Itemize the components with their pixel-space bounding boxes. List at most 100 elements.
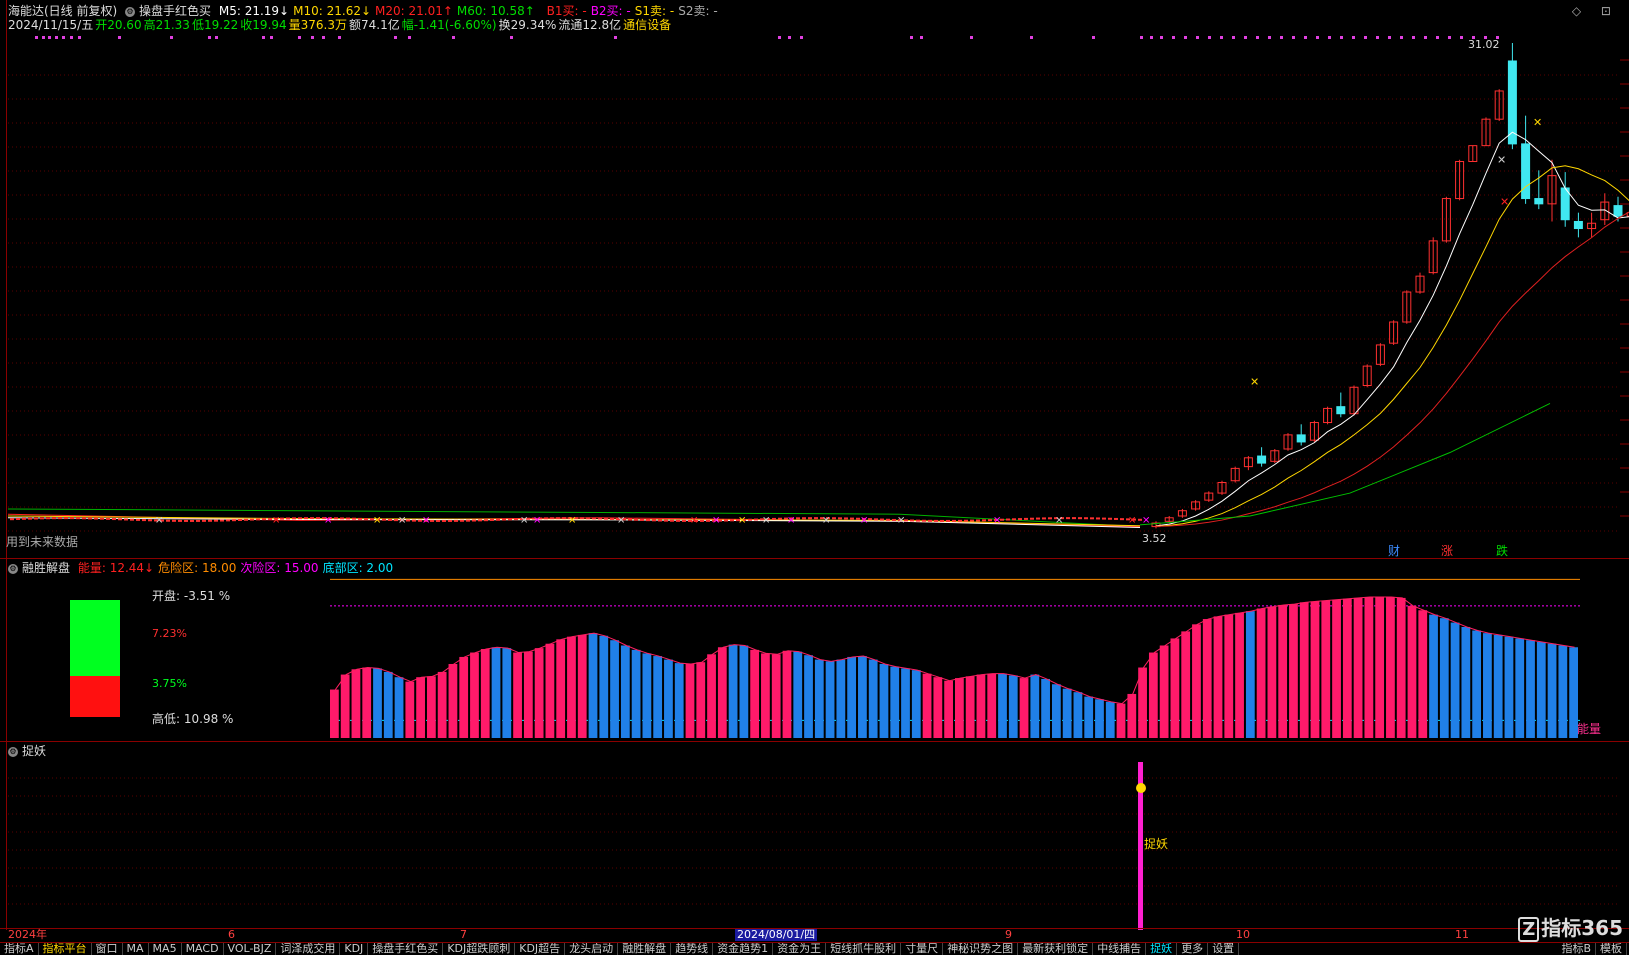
signal-dot	[70, 36, 73, 39]
signal-dot	[1232, 36, 1235, 39]
signal-dot	[1172, 36, 1175, 39]
signal-dot	[1150, 36, 1153, 39]
tab-6[interactable]: VOL-BJZ	[224, 943, 277, 955]
tab-19[interactable]: 神秘识势之图	[943, 943, 1019, 955]
early-candle	[580, 517, 584, 520]
signal-dot	[1412, 36, 1415, 39]
tab-2[interactable]: 窗口	[92, 943, 123, 955]
signal-dot	[452, 36, 455, 39]
energy-bar	[577, 634, 587, 738]
energy-bar	[890, 666, 900, 738]
energy-bar	[804, 655, 813, 738]
tab-22[interactable]: 捉妖	[1146, 943, 1178, 955]
early-candle	[1078, 517, 1082, 520]
early-candle	[1036, 517, 1040, 520]
energy-bar	[1116, 703, 1126, 738]
tab-5[interactable]: MACD	[182, 943, 224, 955]
event-badge-1[interactable]: 涨	[1441, 542, 1453, 559]
tab-18[interactable]: 寸量尺	[901, 943, 944, 955]
tab-24[interactable]: 设置	[1208, 943, 1240, 955]
early-candle	[304, 517, 308, 520]
early-candle	[550, 517, 554, 520]
early-candle	[1048, 517, 1052, 520]
energy-bar	[502, 648, 512, 738]
early-candle	[964, 519, 968, 522]
tab-3[interactable]: MA	[123, 943, 149, 955]
early-candle	[874, 518, 878, 521]
zhuoyao-signal-label: 捉妖	[1144, 837, 1169, 851]
tab-17[interactable]: 短线抓牛股利	[826, 943, 902, 955]
tab-7[interactable]: 词泽成交用	[276, 943, 341, 955]
tab-13[interactable]: 融胜解盘	[618, 943, 672, 955]
energy-bar	[1407, 605, 1417, 738]
early-candle	[484, 519, 488, 522]
candlestick-chart[interactable]: ✕ ✕ ✕ ✕ ✕ ✕ ✕ ✕ ✕ ✕ ✕ ✕ ✕ ✕ ✕ ✕ ✕ ✕ ✕ ✕ ✕ ✕✕✕✕✕	[0, 0, 1629, 560]
early-candle	[838, 517, 842, 520]
tab-20[interactable]: 最新获利锁定	[1018, 943, 1094, 955]
right-tab-1[interactable]: 模板	[1596, 943, 1627, 955]
energy-bar	[653, 656, 663, 738]
event-badge-0[interactable]: 财	[1388, 542, 1400, 559]
early-candle	[730, 519, 734, 522]
energy-bar	[793, 651, 803, 738]
right-tab-0[interactable]: 指标B	[1557, 943, 1596, 955]
tab-8[interactable]: KDJ	[340, 943, 369, 955]
early-candle	[106, 517, 110, 520]
energy-bar	[351, 669, 361, 738]
early-candle	[412, 519, 416, 522]
early-candle	[70, 517, 74, 520]
signal-marker: ✕	[1055, 516, 1063, 527]
early-candle	[82, 517, 86, 520]
early-candle	[1042, 517, 1046, 520]
energy-bar	[717, 647, 727, 738]
early-candle	[910, 519, 914, 522]
tab-0[interactable]: 指标A	[0, 943, 39, 955]
energy-bar	[330, 689, 339, 738]
early-candle	[52, 517, 56, 520]
early-candle	[382, 518, 386, 521]
early-candle	[316, 517, 320, 520]
energy-bar	[1515, 638, 1525, 738]
early-candle	[334, 517, 338, 520]
early-candle	[1090, 517, 1094, 520]
energy-bar	[340, 674, 350, 738]
early-candle	[556, 517, 560, 520]
energy-bar-chart[interactable]	[0, 560, 1629, 760]
early-candle	[94, 517, 98, 520]
energy-bar	[1051, 684, 1061, 738]
early-candle	[100, 517, 104, 520]
early-candle	[946, 519, 950, 522]
tab-21[interactable]: 中线捕告	[1093, 943, 1147, 955]
early-candle	[1108, 517, 1112, 520]
tab-23[interactable]: 更多	[1177, 943, 1209, 955]
tab-11[interactable]: KDJ超告	[515, 943, 566, 955]
date-tick-2: 7	[460, 928, 467, 941]
tab-10[interactable]: KDJ超跌顾刺	[443, 943, 516, 955]
signal-marker: ✕	[520, 516, 528, 527]
early-candle	[772, 517, 776, 520]
early-candle	[202, 519, 206, 522]
energy-bar	[879, 663, 889, 738]
tab-15[interactable]: 资金趋势1	[713, 943, 774, 955]
zhuoyao-signal-chart[interactable]	[0, 742, 1629, 932]
signal-dot	[298, 36, 301, 39]
tab-16[interactable]: 资金为王	[773, 943, 827, 955]
tab-1[interactable]: 指标平台	[39, 943, 92, 955]
signal-marker: ✕	[422, 516, 430, 527]
tab-12[interactable]: 龙头启动	[565, 943, 619, 955]
early-candle	[448, 519, 452, 522]
early-candle	[466, 519, 470, 522]
energy-bar	[1450, 622, 1460, 738]
energy-bar	[739, 645, 749, 738]
energy-bar	[1493, 634, 1503, 738]
early-candle	[490, 518, 494, 521]
energy-bar	[556, 639, 566, 738]
tab-9[interactable]: 操盘手红色买	[368, 943, 444, 955]
tab-14[interactable]: 趋势线	[671, 943, 714, 955]
event-badge-2[interactable]: 跌	[1496, 542, 1508, 559]
tab-4[interactable]: MA5	[149, 943, 182, 955]
energy-bar	[1213, 616, 1223, 738]
signal-dot	[322, 36, 325, 39]
early-candle	[934, 519, 938, 522]
signal-marker: ✕	[762, 516, 770, 527]
